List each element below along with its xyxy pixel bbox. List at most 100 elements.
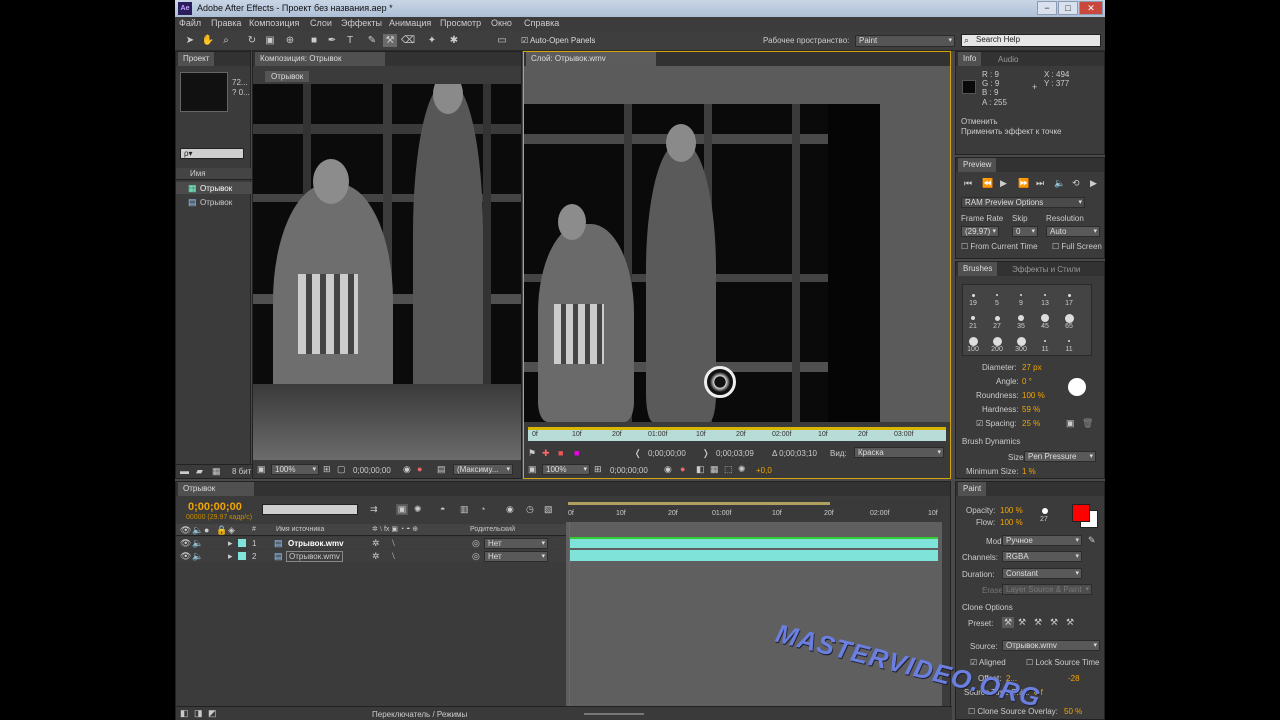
loop-icon[interactable]: ⟲ — [1072, 178, 1080, 189]
menu-view[interactable]: Просмотр — [440, 18, 481, 28]
ram-preview-select[interactable]: RAM Preview Options — [961, 197, 1085, 208]
brainstorm-icon[interactable]: ◉ — [506, 504, 514, 515]
menu-effects[interactable]: Эффекты — [341, 18, 382, 28]
layer-in-time[interactable]: 0;00;00;00 — [648, 449, 686, 458]
tab-preview[interactable]: Preview — [958, 158, 997, 172]
show-channel-icon[interactable]: ● — [417, 464, 422, 474]
tab-paint[interactable]: Paint — [958, 482, 987, 496]
brush-tip-dot[interactable] — [971, 293, 975, 297]
bit-depth[interactable]: 8 бит — [232, 467, 251, 476]
shy-switch-icon[interactable]: ✲ — [372, 538, 380, 549]
list-item[interactable]: ▤ Отрывок — [176, 196, 252, 208]
new-folder-icon[interactable]: ▰ — [196, 466, 203, 477]
skip-input[interactable]: 0 — [1012, 226, 1038, 237]
auto-open-panels-checkbox[interactable]: ☑ Auto-Open Panels — [521, 36, 595, 45]
hardness-value[interactable]: 59 % — [1022, 405, 1040, 414]
hand-tool-icon[interactable]: ✋ — [201, 34, 215, 47]
rotate-tool-icon[interactable]: ↻ — [245, 34, 259, 47]
brush-tip-dot[interactable] — [1016, 336, 1026, 346]
tab-timeline[interactable]: Отрывок — [178, 482, 254, 496]
tab-info[interactable]: Info — [958, 52, 982, 66]
safe-margins-icon[interactable]: ⊞ — [323, 464, 331, 475]
snapshot-icon[interactable]: ◉ — [664, 464, 672, 475]
set-out-icon[interactable]: ❭ — [702, 448, 710, 459]
aligned-checkbox[interactable]: ☑ Aligned — [970, 658, 1006, 667]
video-visible-icon[interactable]: 👁 — [180, 551, 191, 562]
pan-behind-tool-icon[interactable]: ⊕ — [283, 34, 297, 47]
3d-view-icon[interactable]: ✺ — [738, 464, 746, 475]
current-time-indicator[interactable] — [569, 522, 570, 706]
channel-icon[interactable]: ● — [680, 464, 685, 474]
tab-audio[interactable]: Audio — [998, 55, 1018, 64]
prev-frame-icon[interactable]: ⏪ — [982, 178, 993, 189]
menu-animation[interactable]: Анимация — [389, 18, 431, 28]
flow-value[interactable]: 100 % — [1000, 518, 1023, 527]
audio-on-icon[interactable]: 🔈 — [192, 551, 203, 562]
pickwhip-icon[interactable]: ◎ — [472, 538, 480, 549]
layer-name[interactable]: Отрывок.wmv — [288, 539, 344, 548]
composition-viewer[interactable] — [253, 84, 521, 460]
brush-tip-dot[interactable] — [996, 294, 998, 296]
tab-composition[interactable]: Композиция: Отрывок — [255, 52, 385, 66]
quality-switch-icon[interactable]: ⧵ — [392, 538, 395, 549]
eyedropper-icon[interactable]: ✎ — [1088, 535, 1096, 546]
selection-tool-icon[interactable]: ➤ — [183, 34, 197, 47]
layer-zoom-select[interactable]: 100% — [542, 464, 590, 475]
motion-blur-icon[interactable]: ◔ — [480, 504, 485, 514]
delete-brush-icon[interactable]: 🗑 — [1082, 418, 1093, 429]
size-select[interactable]: Pen Pressure — [1024, 451, 1096, 462]
tab-effects-styles[interactable]: Эффекты и Стили — [1012, 265, 1080, 274]
camera-icon[interactable]: ▤ — [437, 464, 446, 475]
in-out-icon[interactable]: ◩ — [208, 708, 217, 719]
preset-2-icon[interactable]: ⚒ — [1018, 617, 1026, 628]
table-row[interactable]: 👁 🔈 ▸ 1 ▤ Отрывок.wmv ✲ ⧵ ◎ Нет — [176, 537, 566, 549]
preset-3-icon[interactable]: ⚒ — [1034, 617, 1042, 628]
brush-tip-dot[interactable] — [994, 315, 1000, 321]
menu-layer[interactable]: Слои — [310, 18, 332, 28]
always-preview-icon[interactable]: ▣ — [257, 464, 266, 475]
diameter-value[interactable]: 27 px — [1022, 363, 1042, 372]
min-size-value[interactable]: 1 % — [1022, 467, 1036, 476]
live-update-icon[interactable]: ▣ — [396, 504, 408, 515]
layer-name[interactable]: Отрывок.wmv — [286, 551, 343, 562]
brush-tip-dot[interactable] — [992, 336, 1002, 346]
rectangle-tool-icon[interactable]: ■ — [307, 34, 321, 47]
ram-preview-icon[interactable]: ▶ — [1090, 178, 1097, 189]
last-frame-icon[interactable]: ⏭ — [1036, 178, 1044, 189]
video-visible-icon[interactable]: 👁 — [180, 538, 191, 549]
mask-visibility-icon[interactable]: ▢ — [337, 464, 346, 475]
layer-bar[interactable] — [570, 550, 938, 561]
layer-viewer[interactable] — [524, 104, 880, 422]
tab-brushes[interactable]: Brushes — [958, 262, 998, 276]
tab-layer[interactable]: Слой: Отрывок.wmv — [526, 52, 656, 66]
quality-switch-icon[interactable]: ⧵ — [392, 551, 395, 562]
render-icon[interactable]: ✚ — [542, 448, 550, 459]
full-screen-checkbox[interactable]: ☐ Full Screen — [1052, 242, 1102, 251]
mode-select[interactable]: Ручное — [1002, 535, 1082, 546]
clone-overlay-value[interactable]: 50 % — [1064, 707, 1082, 716]
brush-tip-dot[interactable] — [1018, 315, 1024, 321]
view-select[interactable]: Краска — [854, 447, 944, 458]
tab-project[interactable]: Проект — [178, 52, 215, 66]
exposure-value[interactable]: +0,0 — [756, 466, 772, 475]
interpret-footage-icon[interactable]: ▬ — [180, 466, 189, 476]
opacity-value[interactable]: 100 % — [1000, 506, 1023, 515]
source-select[interactable]: Отрывок.wmv — [1002, 640, 1100, 651]
comp-breadcrumb[interactable]: Отрывок — [265, 71, 310, 82]
comp-resolution-select[interactable]: (Максиму... — [453, 464, 513, 475]
menu-file[interactable]: Файл — [179, 18, 201, 28]
parent-select[interactable]: Нет — [484, 538, 548, 549]
layer-out-time[interactable]: 0;00;03;09 — [716, 449, 754, 458]
region-icon[interactable]: ⬚ — [724, 464, 733, 475]
brush-tip-dot[interactable] — [1067, 293, 1071, 297]
project-search-input[interactable]: ρ▾ — [180, 148, 244, 159]
transparency-icon[interactable]: ▦ — [710, 464, 719, 475]
layer-bar[interactable] — [570, 537, 938, 548]
roundness-value[interactable]: 100 % — [1022, 391, 1045, 400]
draft-3d-icon[interactable]: ✺ — [414, 504, 422, 515]
offset-y-value[interactable]: -28 — [1068, 674, 1080, 683]
set-in-icon[interactable]: ❬ — [634, 448, 642, 459]
brush-tip-dot[interactable] — [968, 336, 978, 346]
label-color[interactable] — [238, 552, 246, 560]
layer-current-time[interactable]: 0;00;00;00 — [610, 466, 648, 475]
